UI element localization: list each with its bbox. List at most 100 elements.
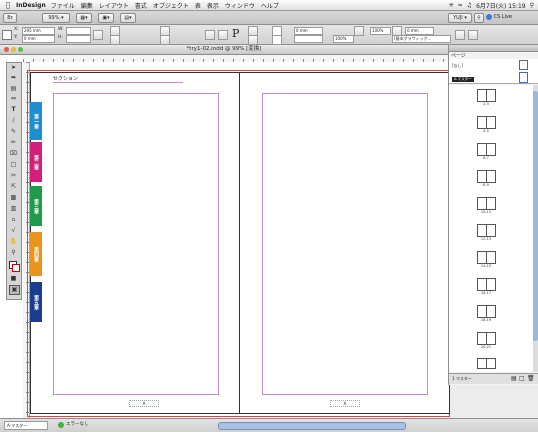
volume-icon[interactable]: ♫: [467, 2, 472, 9]
gap-field[interactable]: 100%: [370, 27, 391, 35]
chapter-tab-1[interactable]: 第一章: [30, 102, 42, 140]
page-size-icon[interactable]: ▤: [511, 375, 517, 382]
delete-page-icon[interactable]: 🗑: [527, 375, 535, 382]
pages-panel-header[interactable]: [449, 45, 538, 52]
spread-partial[interactable]: [477, 358, 496, 370]
menu-table[interactable]: 表: [195, 1, 201, 10]
pages-list[interactable]: 2-3 4-5 6-7 8-9 10-11 12-13 14-15 16-17 …: [449, 85, 533, 372]
note-tool-icon[interactable]: ▫: [9, 216, 18, 224]
a-master-item[interactable]: A-マスター: [452, 77, 474, 82]
page-thumb[interactable]: [486, 224, 496, 237]
line-tool-icon[interactable]: ∕: [9, 117, 18, 125]
spread-16-17[interactable]: 16-17: [477, 278, 496, 295]
zoom-window-button[interactable]: [18, 47, 23, 52]
spotlight-icon[interactable]: ⚲: [530, 2, 534, 9]
gap-tool-icon[interactable]: ⇔: [9, 95, 18, 103]
chapter-tab-4[interactable]: 第四章: [30, 232, 42, 276]
rotate-90-cw-icon[interactable]: [205, 30, 215, 40]
chapter-tab-3[interactable]: 第三章: [30, 186, 42, 226]
none-master-thumb[interactable]: [519, 60, 528, 70]
width-field[interactable]: [66, 27, 91, 35]
page-thumb[interactable]: [486, 278, 496, 291]
pasteboard[interactable]: セクション A A 第一章 第二章 第三章 第四章 第五章: [27, 62, 450, 418]
page-tool-icon[interactable]: ▤: [9, 85, 18, 93]
pen-tool-icon[interactable]: ✎: [9, 128, 18, 136]
spread-20-21[interactable]: 20-21: [477, 332, 496, 349]
panel-menu-icon[interactable]: [468, 30, 478, 40]
workspace-switcher[interactable]: YUJI ▾: [448, 13, 472, 23]
rectangle-frame-tool-icon[interactable]: ⌧: [9, 150, 18, 158]
free-transform-tool-icon[interactable]: ⇱: [9, 183, 18, 191]
apply-color-icon[interactable]: ■: [9, 275, 18, 283]
clock[interactable]: 6月7日(火) 15:19: [476, 1, 526, 10]
preflight-status[interactable]: エラーなし: [66, 421, 89, 429]
scissors-tool-icon[interactable]: ✂: [9, 172, 18, 180]
spread-6-7[interactable]: 6-7: [477, 143, 496, 160]
cs-live-button[interactable]: CS Live: [486, 13, 512, 22]
none-master-item[interactable]: [なし]: [452, 63, 463, 69]
page-thumb[interactable]: [486, 251, 496, 264]
spread-12-13[interactable]: 12-13: [477, 224, 496, 241]
rectangle-tool-icon[interactable]: □: [9, 161, 18, 169]
scale-y-icon[interactable]: [110, 35, 120, 45]
arrange-documents-button[interactable]: ▤▾: [120, 13, 136, 23]
spread-2-3[interactable]: 2-3: [477, 89, 496, 106]
hand-tool-icon[interactable]: ✋: [9, 238, 18, 246]
chapter-tab-2[interactable]: 第二章: [30, 142, 42, 182]
menu-layout[interactable]: レイアウト: [99, 1, 129, 10]
page-thumb[interactable]: [486, 197, 496, 210]
bridge-button[interactable]: Br: [3, 13, 17, 23]
bluetooth-icon[interactable]: ✳: [449, 2, 454, 9]
fill-stroke-swatch[interactable]: [9, 261, 20, 272]
right-page[interactable]: A: [239, 72, 450, 414]
y-position-field[interactable]: 0 mm: [22, 35, 55, 43]
pages-scrollbar[interactable]: [533, 85, 538, 372]
page-thumb[interactable]: [486, 332, 496, 345]
chapter-tab-5[interactable]: 第五章: [30, 282, 42, 322]
wifi-icon[interactable]: ≈: [458, 2, 463, 9]
spread-18-19[interactable]: 18-19: [477, 305, 496, 322]
object-style-dropdown[interactable]: [基本グラフィック...: [392, 35, 451, 43]
gradient-feather-tool-icon[interactable]: ▥: [9, 205, 18, 213]
horizontal-scrollbar-thumb[interactable]: [218, 422, 406, 430]
pages-scroll-thumb[interactable]: [533, 91, 538, 341]
spread-10-11[interactable]: 10-11: [477, 197, 496, 214]
constrain-proportions-icon[interactable]: [93, 30, 103, 40]
menu-window[interactable]: ウィンドウ: [225, 1, 255, 10]
zoom-tool-icon[interactable]: ⚲: [9, 249, 18, 257]
search-button[interactable]: ⚲: [474, 13, 484, 23]
pages-panel-tab[interactable]: ページ: [451, 52, 466, 59]
pencil-tool-icon[interactable]: ✏: [9, 139, 18, 147]
stroke-type-dropdown[interactable]: [294, 35, 323, 43]
close-window-button[interactable]: [4, 47, 9, 52]
gradient-swatch-tool-icon[interactable]: ▩: [9, 194, 18, 202]
eyedropper-tool-icon[interactable]: √: [9, 227, 18, 235]
page-thumb[interactable]: [486, 305, 496, 318]
select-content-icon[interactable]: [248, 35, 258, 45]
menu-file[interactable]: ファイル: [51, 1, 75, 10]
apple-menu-icon[interactable]: : [3, 1, 13, 9]
page-thumb[interactable]: [486, 170, 496, 183]
drop-shadow-icon[interactable]: [354, 26, 364, 36]
height-field[interactable]: [66, 35, 91, 43]
a-master-thumb[interactable]: [519, 72, 528, 83]
spread-4-5[interactable]: 4-5: [477, 116, 496, 133]
opacity-field-a[interactable]: 100%: [333, 35, 354, 43]
left-page[interactable]: セクション A: [30, 72, 241, 414]
selection-tool-icon[interactable]: ➤: [9, 64, 18, 72]
menu-view[interactable]: 表示: [207, 1, 219, 10]
spread-14-15[interactable]: 14-15: [477, 251, 496, 268]
flip-horizontal-icon[interactable]: [218, 30, 228, 40]
screen-mode-button[interactable]: ▣▾: [98, 13, 114, 23]
x-position-field[interactable]: 295 mm: [22, 27, 55, 35]
stroke-weight-field[interactable]: 0 mm: [294, 27, 323, 35]
section-marker-frame[interactable]: セクション: [53, 75, 183, 83]
left-folio-frame[interactable]: A: [129, 400, 159, 407]
menu-type[interactable]: 書式: [135, 1, 147, 10]
reference-point-locator[interactable]: [2, 27, 12, 41]
new-page-icon[interactable]: □: [519, 375, 525, 382]
text-wrap-icon[interactable]: [455, 30, 465, 40]
minimize-window-button[interactable]: [11, 47, 16, 52]
shear-angle-icon[interactable]: [160, 35, 170, 45]
page-thumb[interactable]: [486, 143, 496, 156]
